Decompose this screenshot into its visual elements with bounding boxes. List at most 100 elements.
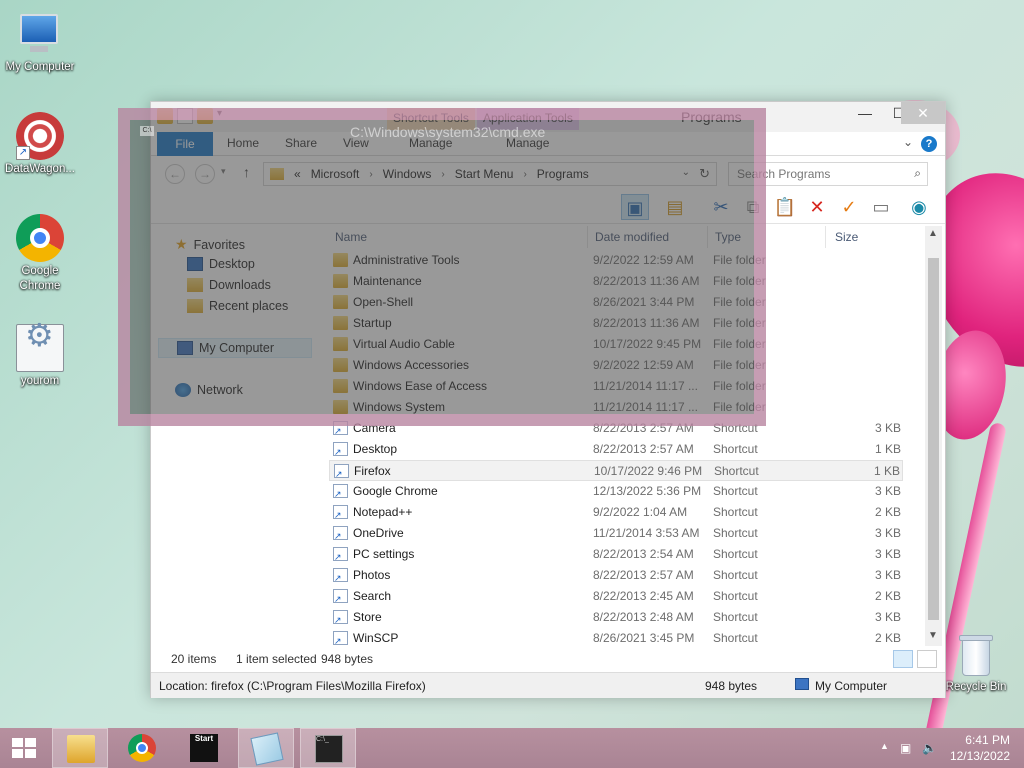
network-tray-icon[interactable]: ▣	[900, 741, 911, 755]
nav-favorites[interactable]: ★ Favorites	[175, 236, 245, 253]
copy-icon[interactable]: ⧉	[739, 194, 767, 220]
nav-downloads[interactable]: Downloads	[187, 278, 271, 292]
tab-file[interactable]: File	[157, 132, 213, 156]
column-header-name[interactable]: Name	[335, 230, 367, 244]
scroll-down-icon[interactable]: ▼	[928, 630, 938, 641]
vertical-scrollbar[interactable]: ▲ ▼	[925, 226, 942, 646]
minimize-button[interactable]: —	[848, 102, 882, 124]
file-row[interactable]: Google Chrome 12/13/2022 5:36 PM Shortcut 3…	[329, 481, 903, 502]
volume-icon[interactable]: 🔈	[922, 741, 937, 755]
breadcrumb-separator-icon[interactable]: ›	[441, 169, 444, 180]
details-view-icon[interactable]	[893, 650, 913, 668]
customize-qat-icon[interactable]: ▾	[217, 108, 233, 124]
search-input[interactable]: Search Programs ⌕	[728, 162, 928, 186]
file-row[interactable]: OneDrive 11/21/2014 3:53 AM Shortcut 3 KB	[329, 523, 903, 544]
column-header-type[interactable]: Type	[715, 230, 741, 244]
file-row[interactable]: Camera 8/22/2013 2:57 AM Shortcut 3 KB	[329, 418, 903, 439]
tab-manage-shortcut[interactable]: Manage	[409, 136, 452, 150]
file-name: OneDrive	[353, 526, 404, 540]
column-header-date[interactable]: Date modified	[595, 230, 669, 244]
search-icon[interactable]: ⌕	[914, 166, 921, 181]
delete-icon[interactable]: ✕	[803, 194, 831, 220]
show-hidden-icons-icon[interactable]: ▲	[880, 741, 889, 751]
tab-manage-application[interactable]: Manage	[506, 136, 549, 150]
breadcrumb-separator-icon[interactable]: ›	[369, 169, 372, 180]
file-row[interactable]: Notepad++ 9/2/2022 1:04 AM Shortcut 2 KB	[329, 502, 903, 523]
large-icons-view-icon[interactable]	[917, 650, 937, 668]
shell-icon[interactable]: ◉	[905, 194, 933, 220]
taskbar-console[interactable]: C:\_	[300, 728, 356, 768]
scroll-thumb[interactable]	[928, 258, 939, 620]
desktop-icon-recycle-bin[interactable]: Recycle Bin	[936, 632, 1016, 695]
title-bar[interactable]: ▾ Shortcut Tools Application Tools Progr…	[151, 102, 945, 132]
folder-icon[interactable]	[157, 108, 173, 124]
column-divider[interactable]	[587, 226, 588, 248]
file-row[interactable]: Virtual Audio Cable 10/17/2022 9:45 PM Fil…	[329, 334, 903, 355]
breadcrumb-microsoft[interactable]: Microsoft	[311, 167, 360, 181]
file-row[interactable]: Photos 8/22/2013 2:57 AM Shortcut 3 KB	[329, 565, 903, 586]
forward-button[interactable]: →	[195, 164, 215, 184]
properties-icon[interactable]	[177, 108, 193, 124]
expand-ribbon-icon[interactable]: ⌄	[903, 135, 913, 149]
desktop-icon-yourom[interactable]: yourom	[0, 324, 80, 389]
file-row[interactable]: WinSCP 8/26/2021 3:45 PM Shortcut 2 KB	[329, 628, 903, 649]
file-row[interactable]: Administrative Tools 9/2/2022 12:59 AM Fil…	[329, 250, 903, 271]
tab-view[interactable]: View	[343, 136, 369, 150]
file-row[interactable]: PC settings 8/22/2013 2:54 AM Shortcut 3 KB	[329, 544, 903, 565]
tab-home[interactable]: Home	[227, 136, 259, 150]
refresh-icon[interactable]: ↻	[699, 166, 710, 182]
file-row[interactable]: Windows System 11/21/2014 11:17 ... File f…	[329, 397, 903, 418]
breadcrumb-programs[interactable]: Programs	[537, 167, 589, 181]
breadcrumb-start-menu[interactable]: Start Menu	[455, 167, 514, 181]
desktop-icon-datawagon[interactable]: ↗ DataWagon...	[0, 112, 80, 177]
file-row[interactable]: Windows Accessories 9/2/2022 12:59 AM File…	[329, 355, 903, 376]
desktop-icon-google-chrome[interactable]: Google Chrome	[0, 214, 80, 294]
help-icon[interactable]: ?	[921, 136, 937, 152]
nav-recent-places[interactable]: Recent places	[187, 299, 288, 313]
paste-icon[interactable]: 📋	[771, 194, 799, 220]
clock-time[interactable]: 6:41 PM	[965, 733, 1010, 747]
nav-desktop[interactable]: Desktop	[187, 257, 255, 271]
file-row[interactable]: Open-Shell 8/26/2021 3:44 PM File folder	[329, 292, 903, 313]
file-row[interactable]: Firefox 10/17/2022 9:46 PM Shortcut 1 KB	[329, 460, 903, 481]
address-box[interactable]: « Microsoft › Windows › Start Menu › Pro…	[263, 162, 717, 186]
desktop-icon-my-computer[interactable]: My Computer	[0, 10, 80, 75]
preview-pane-icon[interactable]: ▣	[621, 194, 649, 220]
file-row[interactable]: Startup 8/22/2013 11:36 AM File folder	[329, 313, 903, 334]
breadcrumb-separator-icon[interactable]: ›	[523, 169, 526, 180]
details-size: 948 bytes	[705, 679, 758, 693]
file-date: 8/22/2013 11:36 AM	[593, 316, 700, 330]
file-row[interactable]: Search 8/22/2013 2:45 AM Shortcut 2 KB	[329, 586, 903, 607]
file-row[interactable]: Desktop 8/22/2013 2:57 AM Shortcut 1 KB	[329, 439, 903, 460]
recent-locations-icon[interactable]: ▾	[221, 166, 226, 177]
column-divider[interactable]	[707, 226, 708, 248]
scroll-up-icon[interactable]: ▲	[928, 228, 938, 239]
back-button[interactable]: ←	[165, 164, 185, 184]
column-divider[interactable]	[825, 226, 826, 248]
nav-network[interactable]: Network	[175, 383, 243, 397]
cut-icon[interactable]: ✂	[707, 194, 735, 220]
column-header-size[interactable]: Size	[835, 230, 858, 244]
start-button[interactable]	[0, 728, 48, 768]
up-button[interactable]: ↑	[243, 164, 250, 180]
tab-share[interactable]: Share	[285, 136, 317, 150]
nav-my-computer[interactable]: My Computer	[158, 338, 312, 358]
taskbar-notepad[interactable]	[238, 728, 294, 768]
new-folder-icon[interactable]	[197, 108, 213, 124]
context-tab-shortcut-tools[interactable]: Shortcut Tools	[387, 108, 475, 130]
taskbar-start-app[interactable]: Start	[176, 728, 232, 768]
file-row[interactable]: Windows Ease of Access 11/21/2014 11:17 .…	[329, 376, 903, 397]
context-tab-application-tools[interactable]: Application Tools	[477, 108, 579, 130]
check-icon[interactable]: ✓	[835, 194, 863, 220]
close-button[interactable]: ✕	[901, 102, 945, 124]
taskbar-file-explorer[interactable]	[52, 728, 108, 768]
address-dropdown-icon[interactable]: ⌄	[682, 167, 690, 178]
view-options-icon[interactable]: ▤	[661, 194, 689, 220]
breadcrumb-overflow[interactable]: «	[294, 167, 301, 181]
breadcrumb-windows[interactable]: Windows	[383, 167, 432, 181]
rename-icon[interactable]: ▭	[867, 194, 895, 220]
taskbar-chrome[interactable]	[114, 728, 170, 768]
clock-date[interactable]: 12/13/2022	[950, 749, 1010, 763]
file-row[interactable]: Store 8/22/2013 2:48 AM Shortcut 3 KB	[329, 607, 903, 628]
file-row[interactable]: Maintenance 8/22/2013 11:36 AM File folder	[329, 271, 903, 292]
